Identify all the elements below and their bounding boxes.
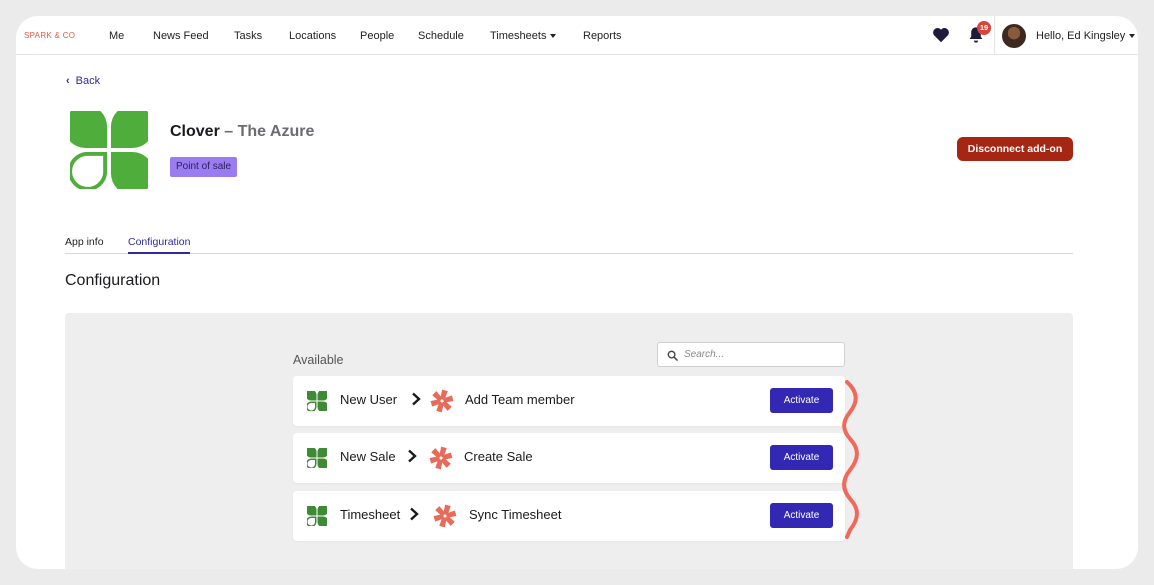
spark-icon bbox=[430, 389, 454, 413]
nav-item-locations[interactable]: Locations bbox=[289, 30, 336, 42]
heart-icon[interactable] bbox=[932, 27, 950, 43]
notification-count-badge: 19 bbox=[977, 21, 991, 35]
trigger-label: New User bbox=[340, 392, 398, 407]
action-label: Sync Timesheet bbox=[469, 507, 562, 522]
user-menu[interactable]: Hello, Ed Kingsley bbox=[1036, 30, 1136, 42]
nav-item-timesheets[interactable]: Timesheets bbox=[490, 30, 557, 42]
back-label: Back bbox=[75, 75, 101, 87]
app-title: Clover – The Azure bbox=[170, 123, 314, 141]
nav-item-news-feed[interactable]: News Feed bbox=[153, 30, 209, 42]
trigger-label: Timesheet bbox=[340, 507, 401, 522]
chevron-left-icon: ‹ bbox=[66, 75, 70, 87]
nav-item-reports[interactable]: Reports bbox=[583, 30, 622, 42]
chevron-down-icon bbox=[550, 34, 557, 39]
chevron-right-icon bbox=[410, 507, 419, 521]
tab-app-info[interactable]: App info bbox=[65, 236, 104, 254]
nav-item-me[interactable]: Me bbox=[109, 30, 124, 42]
chevron-down-icon bbox=[1129, 34, 1136, 39]
clover-logo-icon bbox=[70, 111, 148, 189]
trigger-label: New Sale bbox=[340, 449, 396, 464]
avatar[interactable] bbox=[1002, 24, 1026, 48]
tab-configuration[interactable]: Configuration bbox=[128, 236, 191, 254]
app-title-separator: – bbox=[219, 123, 238, 140]
integration-row: Timesheet Sync Timesheet Activate bbox=[293, 491, 845, 541]
decorative-squiggle bbox=[842, 380, 859, 539]
brand-logo[interactable]: SPARK & CO bbox=[24, 31, 75, 40]
nav-item-timesheets-label: Timesheets bbox=[490, 30, 547, 42]
activate-button[interactable]: Activate bbox=[770, 388, 833, 413]
chevron-right-icon bbox=[412, 392, 421, 406]
spark-icon bbox=[433, 504, 457, 528]
spark-icon bbox=[429, 446, 453, 470]
back-link[interactable]: ‹ Back bbox=[66, 75, 100, 87]
action-label: Add Team member bbox=[465, 392, 575, 407]
top-nav: SPARK & CO Me News Feed Tasks Locations … bbox=[16, 16, 1138, 55]
search-icon bbox=[667, 350, 678, 361]
user-greeting: Hello, Ed Kingsley bbox=[1036, 30, 1126, 42]
app-window: SPARK & CO Me News Feed Tasks Locations … bbox=[16, 16, 1138, 569]
nav-item-schedule[interactable]: Schedule bbox=[418, 30, 464, 42]
available-label: Available bbox=[293, 353, 344, 367]
section-title: Configuration bbox=[65, 272, 161, 289]
clover-icon bbox=[307, 391, 327, 411]
action-label: Create Sale bbox=[464, 449, 533, 464]
category-badge: Point of sale bbox=[170, 157, 238, 177]
integration-row: New User Add Team member Activate bbox=[293, 376, 845, 426]
clover-icon bbox=[307, 506, 327, 526]
tab-bar: App info Configuration bbox=[65, 236, 1073, 254]
search-input[interactable] bbox=[684, 346, 839, 363]
nav-divider bbox=[994, 16, 995, 55]
nav-item-tasks[interactable]: Tasks bbox=[234, 30, 262, 42]
activate-button[interactable]: Activate bbox=[770, 503, 833, 528]
search-box bbox=[657, 342, 845, 367]
nav-item-people[interactable]: People bbox=[360, 30, 394, 42]
chevron-right-icon bbox=[408, 449, 417, 463]
app-location: The Azure bbox=[237, 123, 315, 140]
clover-icon bbox=[307, 448, 327, 468]
app-name: Clover bbox=[170, 123, 220, 140]
disconnect-addon-button[interactable]: Disconnect add-on bbox=[957, 137, 1073, 161]
activate-button[interactable]: Activate bbox=[770, 445, 833, 470]
integration-row: New Sale Create Sale Activate bbox=[293, 433, 845, 483]
